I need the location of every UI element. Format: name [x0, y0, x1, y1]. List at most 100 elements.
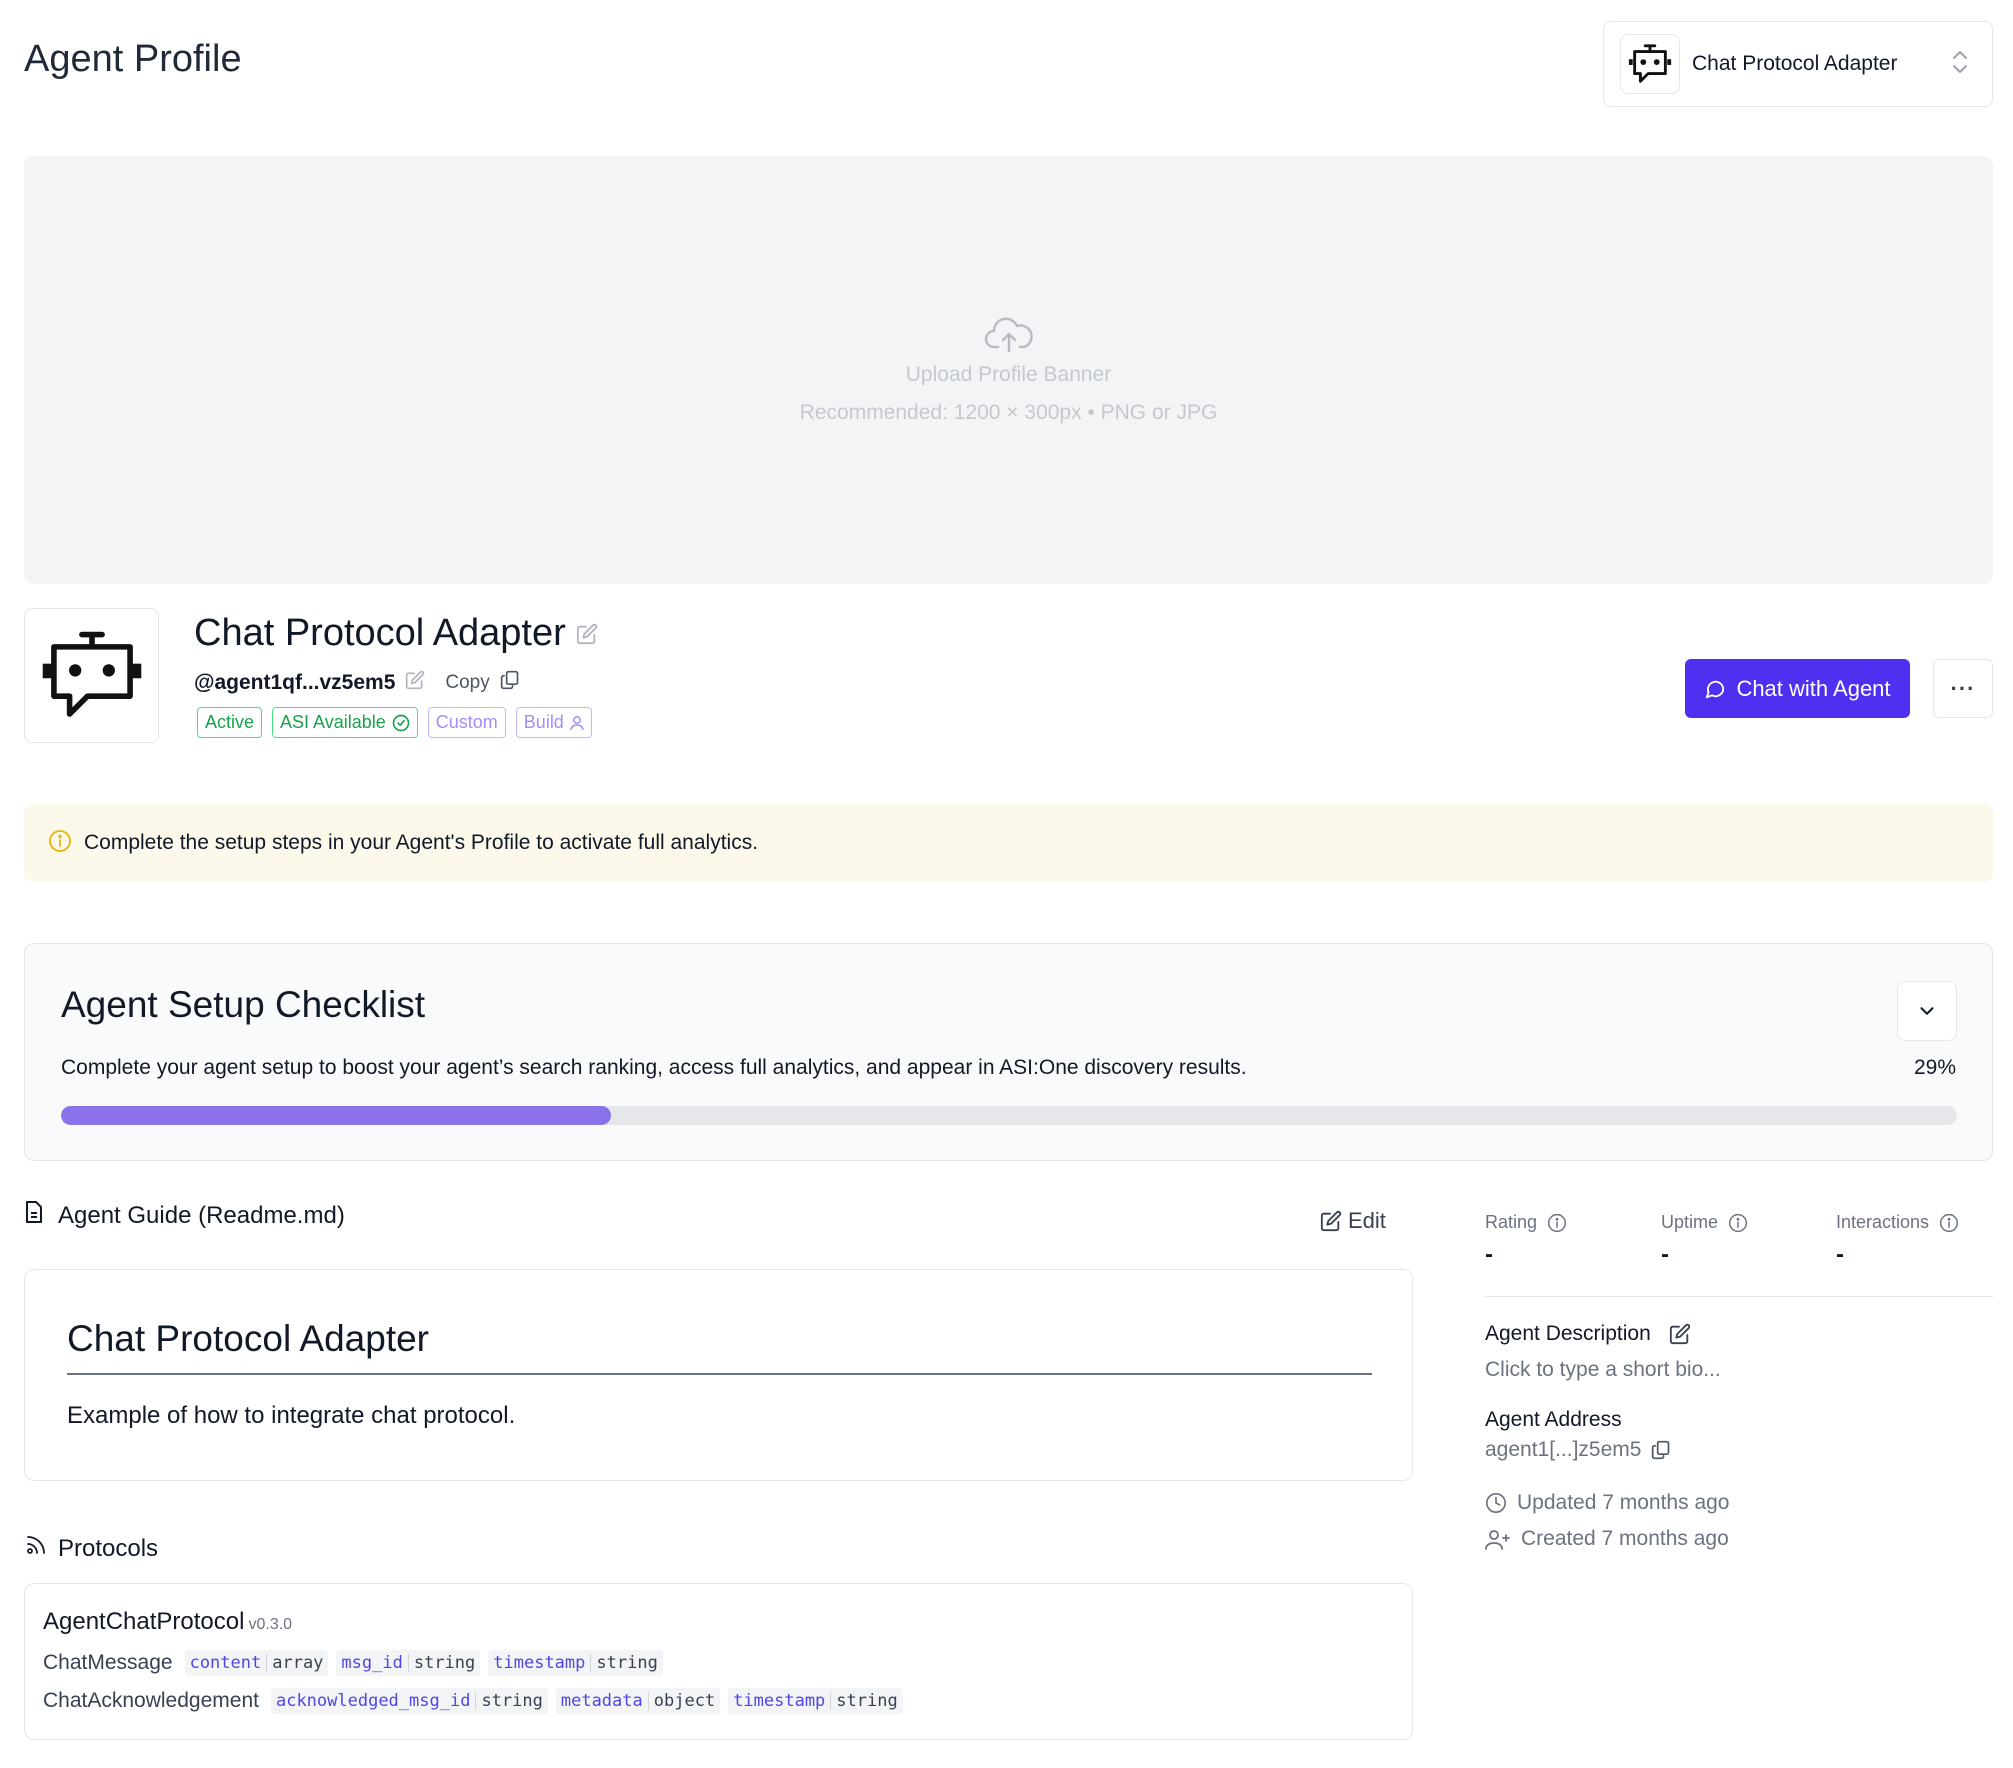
checklist-toggle-button[interactable] — [1897, 981, 1957, 1041]
stats-divider — [1485, 1296, 1993, 1297]
signal-icon — [24, 1533, 48, 1564]
readme-content: Chat Protocol Adapter Example of how to … — [24, 1269, 1413, 1481]
field-tag: metadata object — [555, 1688, 721, 1714]
agent-guide-header: Agent Guide (Readme.md) — [24, 1200, 345, 1231]
banner-title: Upload Profile Banner — [905, 363, 1112, 386]
setup-checklist: Agent Setup Checklist Complete your agen… — [24, 943, 1993, 1161]
page-title: Agent Profile — [24, 38, 242, 80]
robot-chat-icon — [42, 631, 141, 717]
clock-icon — [1486, 1493, 1506, 1513]
more-options-button[interactable]: ··· — [1933, 659, 1993, 718]
robot-chat-icon — [1620, 34, 1680, 94]
stat-rating-value: - — [1485, 1241, 1493, 1268]
readme-heading: Chat Protocol Adapter — [67, 1318, 429, 1359]
badge-active: Active — [197, 707, 263, 738]
edit-guide-button[interactable]: Edit — [1320, 1208, 1386, 1234]
badge-custom-label: Custom — [435, 712, 498, 732]
protocol-name-text: AgentChatProtocol — [43, 1608, 245, 1635]
badge-custom: Custom — [427, 707, 506, 738]
field-tag: timestamp string — [728, 1688, 903, 1714]
badge-asi-available: ASI Available — [272, 707, 418, 738]
agent-selector-label: Chat Protocol Adapter — [1692, 52, 1898, 75]
field-key: timestamp — [733, 1691, 826, 1711]
agent-name-text: Chat Protocol Adapter — [194, 612, 566, 654]
message-name: ChatMessage — [43, 1651, 173, 1674]
edit-icon — [1320, 1210, 1342, 1232]
field-type: object — [653, 1691, 716, 1711]
protocol-card: AgentChatProtocol v0.3.0 ChatMessage cont… — [24, 1583, 1413, 1740]
badge-build-label: Build — [523, 712, 564, 732]
protocol-version: v0.3.0 — [248, 1616, 293, 1633]
field-tag: timestamp string — [488, 1650, 663, 1676]
badge-build: Build — [515, 707, 592, 738]
notice-text: Complete the setup steps in your Agent's… — [84, 831, 759, 854]
field-tag: acknowledged_msg_id string — [270, 1688, 548, 1714]
message-name: ChatAcknowledgement — [43, 1689, 259, 1712]
cloud-upload-icon — [984, 315, 1034, 355]
edit-name-icon[interactable] — [576, 612, 598, 655]
agent-address-label: Agent Address — [1485, 1408, 1622, 1431]
created-text: Created 7 months ago — [1521, 1527, 1729, 1550]
field-type: string — [596, 1653, 658, 1673]
chat-with-agent-button[interactable]: Chat with Agent — [1685, 659, 1910, 718]
field-type: array — [272, 1653, 324, 1673]
field-type: string — [836, 1691, 898, 1711]
checklist-percent: 29% — [1913, 1056, 1956, 1079]
chevron-down-icon — [1920, 1007, 1934, 1015]
agent-description-label: Agent Description — [1485, 1322, 1651, 1345]
stat-uptime: Uptime - — [1661, 1212, 1748, 1269]
more-options-label: ··· — [1950, 675, 1976, 701]
agent-handle-row: @agent1qf...vz5em5 Copy — [194, 670, 520, 696]
copy-icon[interactable] — [1651, 1440, 1671, 1460]
checklist-description: Complete your agent setup to boost your … — [61, 1056, 1247, 1079]
field-type: string — [413, 1653, 476, 1673]
badge-active-label: Active — [205, 712, 255, 732]
stat-uptime-value: - — [1661, 1241, 1669, 1268]
agent-selector[interactable]: Chat Protocol Adapter — [1603, 21, 1993, 107]
agent-handle: @agent1qf...vz5em5 — [194, 671, 396, 694]
updated-text: Updated 7 months ago — [1517, 1491, 1730, 1514]
user-icon — [570, 715, 584, 730]
chat-button-label: Chat with Agent — [1736, 675, 1891, 701]
status-badges: Active ASI Available Custom Build — [197, 707, 592, 738]
edit-guide-label: Edit — [1348, 1208, 1386, 1233]
edit-icon[interactable] — [1669, 1323, 1691, 1345]
agent-description-input[interactable]: Click to type a short bio... — [1485, 1358, 1721, 1382]
stat-interactions-value: - — [1836, 1241, 1844, 1268]
field-tag: content array — [184, 1650, 329, 1676]
profile-banner-upload[interactable]: Upload Profile Banner Recommended: 1200 … — [24, 156, 1993, 584]
agent-address-value: agent1[...]z5em5 — [1485, 1438, 1642, 1461]
analytics-notice: Complete the setup steps in your Agent's… — [24, 804, 1993, 882]
agent-avatar[interactable] — [24, 608, 159, 743]
field-tag: msg_id string — [336, 1650, 481, 1676]
stat-uptime-label: Uptime — [1661, 1212, 1719, 1232]
protocols-title: Protocols — [58, 1534, 159, 1562]
stat-interactions: Interactions - — [1836, 1212, 1959, 1269]
created-meta: Created 7 months ago — [1485, 1527, 1729, 1551]
info-icon[interactable] — [1728, 1213, 1748, 1233]
banner-hint: Recommended: 1200 × 300px • PNG or JPG — [799, 401, 1218, 424]
copy-icon[interactable] — [500, 670, 520, 696]
readme-divider — [67, 1373, 1372, 1375]
user-plus-icon — [1485, 1530, 1510, 1550]
field-key: acknowledged_msg_id — [275, 1691, 471, 1711]
agent-guide-title: Agent Guide (Readme.md) — [58, 1201, 345, 1229]
edit-handle-icon[interactable] — [405, 670, 425, 696]
protocols-header: Protocols — [24, 1533, 158, 1564]
stat-interactions-label: Interactions — [1836, 1212, 1930, 1232]
field-key: timestamp — [493, 1653, 586, 1673]
message-row: ChatAcknowledgement acknowledged_msg_id s… — [43, 1688, 903, 1714]
message-row: ChatMessage content array msg_id string ti… — [43, 1650, 663, 1676]
agent-name: Chat Protocol Adapter — [194, 612, 598, 655]
agent-address: agent1[...]z5em5 — [1485, 1438, 1671, 1462]
chevron-up-down-icon — [1950, 48, 1974, 81]
badge-asi-label: ASI Available — [280, 712, 386, 732]
field-key: msg_id — [341, 1653, 403, 1673]
checklist-progress-bar — [61, 1106, 1957, 1125]
document-icon — [24, 1200, 44, 1231]
info-icon — [48, 829, 72, 858]
info-icon[interactable] — [1547, 1213, 1567, 1233]
copy-handle-button[interactable]: Copy — [445, 672, 489, 694]
chat-bubble-icon — [1706, 680, 1725, 698]
info-icon[interactable] — [1939, 1213, 1959, 1233]
